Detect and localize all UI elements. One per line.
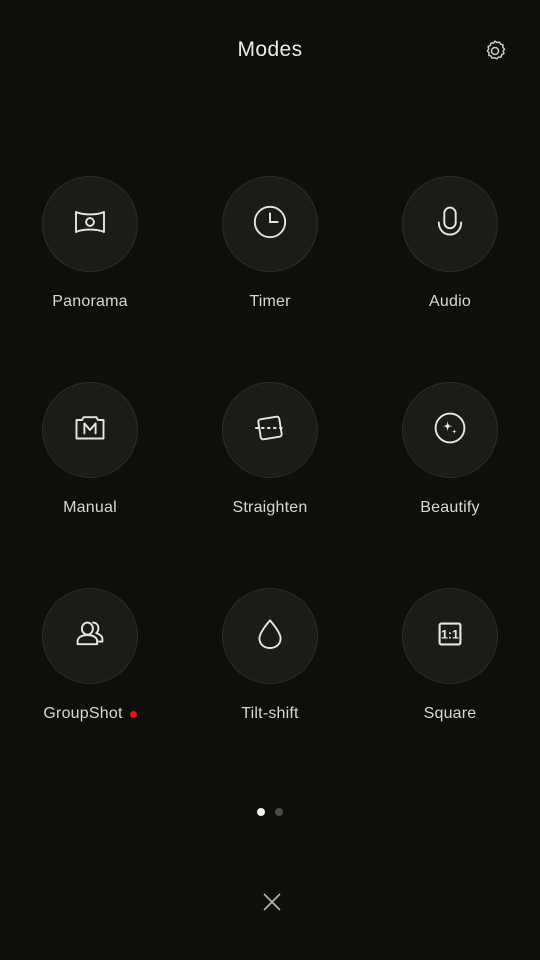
mode-label-row: Audio (429, 292, 471, 312)
mode-item-square[interactable]: 1:1 Square (360, 588, 540, 794)
group-people-icon (67, 611, 113, 662)
mode-label: Tilt-shift (241, 705, 299, 722)
close-icon (259, 889, 285, 920)
microphone-icon (427, 199, 473, 250)
gear-icon (482, 38, 508, 69)
modes-screen: Modes Panorama Timer Audio Manual Straig… (0, 0, 540, 960)
page-dot-2[interactable] (275, 808, 283, 816)
mode-label-row: Beautify (420, 498, 479, 518)
square-ratio-label: 1:1 (441, 627, 459, 641)
square-ratio-icon: 1:1 (427, 611, 473, 662)
mode-label: Straighten (232, 499, 308, 516)
new-badge-dot (129, 710, 137, 718)
mode-label: Beautify (420, 499, 480, 516)
close-button[interactable] (250, 882, 294, 926)
mode-circle (42, 382, 138, 478)
panorama-icon (67, 199, 113, 250)
mode-circle (42, 588, 138, 684)
mode-label-row: Panorama (52, 292, 127, 312)
page-dot-1[interactable] (257, 808, 265, 816)
mode-label-row: Timer (249, 292, 290, 312)
mode-label: Square (423, 705, 477, 722)
mode-item-timer[interactable]: Timer (180, 176, 360, 382)
mode-label: Panorama (52, 293, 128, 310)
mode-item-beautify[interactable]: Beautify (360, 382, 540, 588)
mode-circle (42, 176, 138, 272)
mode-label-row: Tilt-shift (241, 704, 298, 724)
settings-button[interactable] (476, 34, 514, 72)
mode-item-straighten[interactable]: Straighten (180, 382, 360, 588)
page-indicator (0, 808, 540, 816)
straighten-icon (247, 405, 293, 456)
mode-circle (222, 588, 318, 684)
mode-label-row: Manual (63, 498, 117, 518)
mode-label-row: Square (424, 704, 477, 724)
mode-circle (222, 382, 318, 478)
mode-item-panorama[interactable]: Panorama (0, 176, 180, 382)
mode-item-manual[interactable]: Manual (0, 382, 180, 588)
mode-circle: 1:1 (402, 588, 498, 684)
mode-item-audio[interactable]: Audio (360, 176, 540, 382)
header-bar: Modes (0, 0, 540, 105)
mode-label: Timer (249, 293, 291, 310)
mode-label: Audio (429, 293, 471, 310)
page-title: Modes (237, 38, 303, 61)
manual-camera-icon (67, 405, 113, 456)
mode-item-groupshot[interactable]: GroupShot (0, 588, 180, 794)
mode-circle (222, 176, 318, 272)
sparkle-icon (427, 405, 473, 456)
mode-circle (402, 382, 498, 478)
mode-label: GroupShot (43, 705, 123, 722)
modes-grid: Panorama Timer Audio Manual Straighten B… (0, 176, 540, 794)
mode-label: Manual (63, 499, 117, 516)
timer-icon (247, 199, 293, 250)
mode-label-row: Straighten (233, 498, 308, 518)
mode-circle (402, 176, 498, 272)
mode-item-tilt-shift[interactable]: Tilt-shift (180, 588, 360, 794)
mode-label-row: GroupShot (43, 704, 137, 724)
droplet-icon (247, 611, 293, 662)
